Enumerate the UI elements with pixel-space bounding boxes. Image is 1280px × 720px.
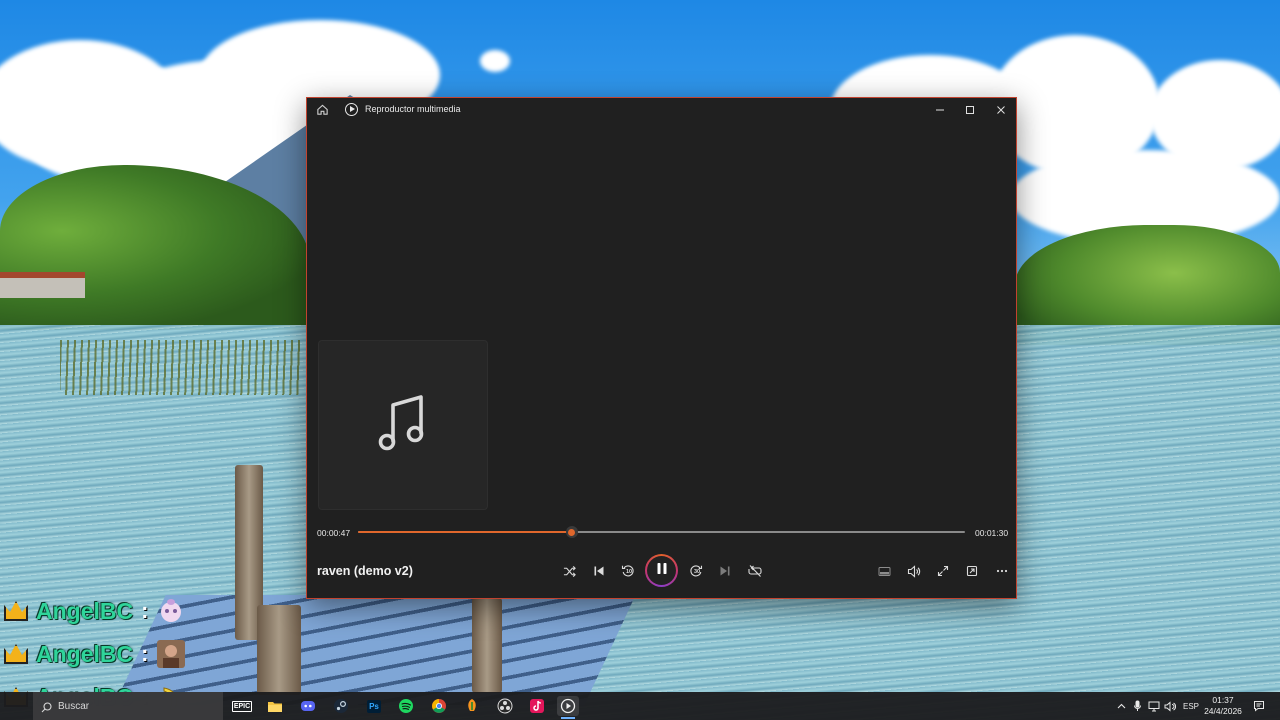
photoshop-icon[interactable]: Ps (363, 696, 385, 716)
clock-time: 01:37 (1212, 695, 1234, 705)
chat-message: AngelBC : (4, 593, 186, 629)
notifications-icon[interactable] (1253, 692, 1265, 720)
more-options-button[interactable] (991, 560, 1013, 582)
next-track-button[interactable] (714, 560, 736, 582)
taskbar: Buscar EPIC Ps ESP 01:37 24/4/2026 (0, 692, 1280, 720)
title-bar[interactable]: Reproductor multimedia (307, 98, 1016, 122)
compact-overlay-button[interactable] (961, 560, 983, 582)
chrome-icon[interactable] (428, 696, 450, 716)
pause-icon (656, 562, 668, 580)
photo-emote-icon (156, 639, 186, 669)
taskbar-search-box[interactable]: Buscar (33, 692, 223, 720)
epic-games-icon[interactable]: EPIC (231, 696, 253, 716)
spotify-icon[interactable] (395, 696, 417, 716)
steam-icon[interactable] (330, 696, 352, 716)
close-button[interactable] (986, 98, 1016, 122)
home-icon[interactable] (316, 103, 330, 117)
volume-button[interactable] (903, 560, 925, 582)
media-player-taskbar-icon[interactable] (557, 696, 579, 719)
media-player-app-icon (345, 103, 358, 116)
photoshop-label: Ps (367, 699, 381, 713)
chat-username: AngelBC (36, 640, 134, 667)
total-duration: 00:01:30 (975, 528, 1009, 538)
chat-message: AngelBC : (4, 636, 186, 672)
skip-forward-seconds: 30 (694, 569, 701, 575)
seek-bar-progress (358, 531, 572, 533)
clock-date: 24/4/2026 (1204, 706, 1242, 716)
crown-badge-icon (4, 644, 28, 664)
network-icon[interactable] (1148, 692, 1160, 720)
microphone-icon[interactable] (1133, 692, 1142, 720)
fl-studio-icon[interactable] (461, 696, 483, 716)
tiktok-icon[interactable] (526, 696, 548, 716)
minimize-button[interactable] (925, 98, 955, 122)
track-title: raven (demo v2) (317, 564, 413, 578)
media-player-window: Reproductor multimedia 00:00:47 00:01:30… (306, 97, 1017, 599)
seek-bar[interactable] (358, 526, 965, 538)
music-note-icon (377, 393, 429, 458)
skip-forward-button[interactable]: 30 (685, 560, 707, 582)
crown-badge-icon (4, 601, 28, 621)
window-title: Reproductor multimedia (365, 104, 461, 114)
discord-icon[interactable] (297, 696, 319, 716)
repeat-off-button[interactable] (744, 560, 766, 582)
chat-separator: : (141, 598, 149, 623)
pause-button[interactable] (645, 554, 678, 587)
seek-bar-thumb[interactable] (565, 526, 578, 538)
album-artwork-placeholder (318, 340, 488, 510)
input-language[interactable]: ESP (1183, 692, 1199, 720)
epic-games-label: EPIC (231, 700, 253, 712)
previous-track-button[interactable] (588, 560, 610, 582)
fullscreen-button[interactable] (932, 560, 954, 582)
volume-tray-icon[interactable] (1164, 692, 1176, 720)
chat-username: AngelBC (36, 597, 134, 624)
skip-back-button[interactable]: 10 (617, 560, 639, 582)
system-clock[interactable]: 01:37 24/4/2026 (1200, 695, 1246, 717)
miniplayer-button[interactable] (873, 560, 895, 582)
ghost-emote-icon (156, 596, 186, 626)
show-hidden-icons-chevron-up-icon[interactable] (1117, 692, 1126, 720)
search-placeholder: Buscar (58, 700, 90, 712)
skip-back-seconds: 10 (626, 569, 633, 575)
file-explorer-icon[interactable] (264, 696, 286, 716)
shuffle-button[interactable] (558, 560, 580, 582)
current-time: 00:00:47 (317, 528, 351, 538)
search-icon (41, 700, 52, 718)
maximize-button[interactable] (955, 98, 985, 122)
obs-studio-icon[interactable] (494, 696, 516, 716)
chat-separator: : (141, 641, 149, 666)
